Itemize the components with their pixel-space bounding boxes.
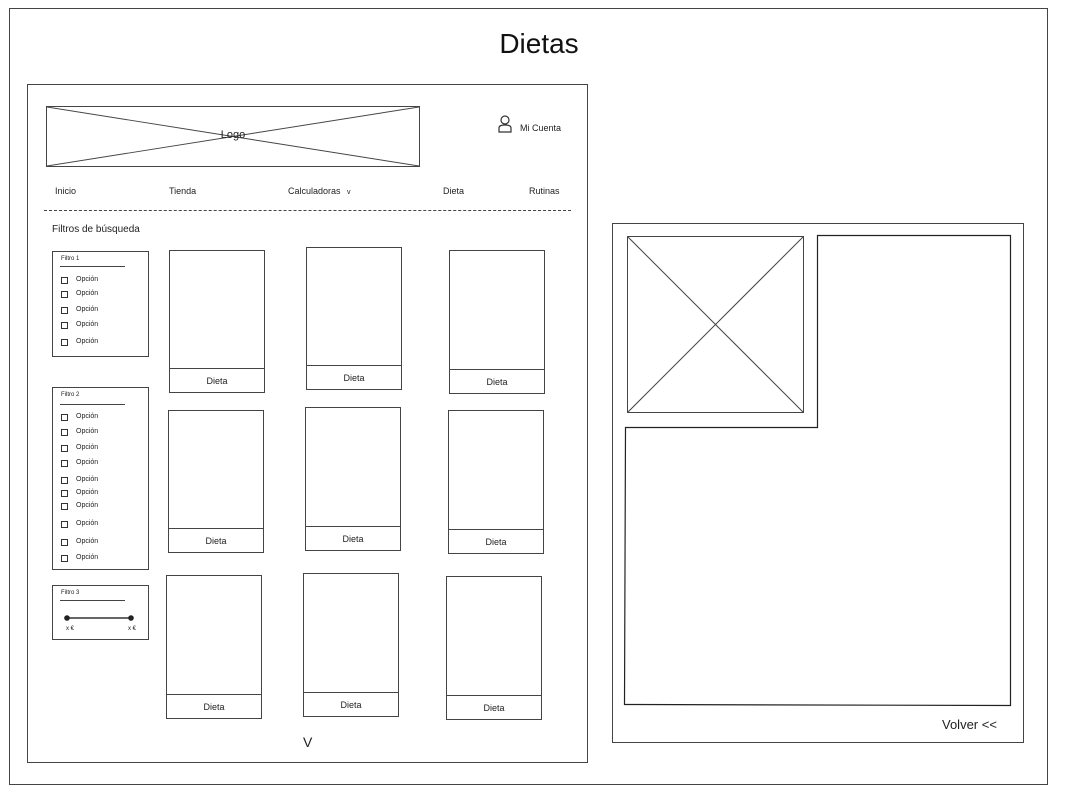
checkbox[interactable] bbox=[61, 291, 68, 298]
checkbox[interactable] bbox=[61, 429, 68, 436]
diet-card[interactable]: Dieta bbox=[306, 247, 402, 390]
diet-card-label: Dieta bbox=[447, 695, 541, 719]
diet-image-placeholder bbox=[306, 408, 400, 528]
diet-card-label: Dieta bbox=[167, 694, 261, 718]
logo[interactable]: Logo bbox=[46, 106, 420, 167]
range-min-handle bbox=[64, 615, 70, 621]
range-max-label: x € bbox=[128, 626, 137, 632]
diet-card-label: Dieta bbox=[304, 692, 398, 716]
logo-text: Logo bbox=[220, 129, 246, 141]
nav-divider bbox=[44, 210, 571, 211]
diet-card[interactable]: Dieta bbox=[168, 410, 264, 553]
filter-title: Filtro 3 bbox=[61, 590, 80, 596]
filter-title: Filtro 1 bbox=[61, 256, 80, 262]
load-more-button[interactable]: V bbox=[303, 734, 312, 750]
diet-detail-content-area bbox=[623, 234, 1012, 707]
diet-card-label: Dieta bbox=[169, 528, 263, 552]
diet-card[interactable]: Dieta bbox=[305, 407, 401, 551]
checkbox[interactable] bbox=[61, 339, 68, 346]
checkbox[interactable] bbox=[61, 414, 68, 421]
diet-card-label: Dieta bbox=[170, 368, 264, 392]
user-icon[interactable] bbox=[497, 115, 513, 133]
page-title: Dietas bbox=[499, 28, 579, 59]
checkbox[interactable] bbox=[61, 539, 68, 546]
price-range-slider[interactable] bbox=[63, 614, 135, 622]
diet-card-label: Dieta bbox=[306, 526, 400, 550]
diet-card[interactable]: Dieta bbox=[303, 573, 399, 717]
diet-image-placeholder bbox=[450, 251, 544, 371]
diet-image-placeholder bbox=[447, 577, 541, 697]
checkbox[interactable] bbox=[61, 477, 68, 484]
diet-image-placeholder bbox=[449, 411, 543, 531]
checkbox[interactable] bbox=[61, 555, 68, 562]
diet-image-placeholder bbox=[307, 248, 401, 367]
nav-item-tienda[interactable]: Tienda bbox=[169, 186, 196, 196]
back-button[interactable]: Volver << bbox=[942, 717, 997, 732]
diet-card[interactable]: Dieta bbox=[449, 250, 545, 394]
nav-item-dieta[interactable]: Dieta bbox=[443, 186, 464, 196]
checkbox[interactable] bbox=[61, 503, 68, 510]
diet-image-placeholder bbox=[170, 251, 264, 370]
filter-divider bbox=[60, 404, 125, 405]
diet-image-placeholder bbox=[304, 574, 398, 694]
diet-detail-layout bbox=[623, 234, 1012, 707]
checkbox[interactable] bbox=[61, 460, 68, 467]
checkbox[interactable] bbox=[61, 521, 68, 528]
checkbox[interactable] bbox=[61, 490, 68, 497]
diet-card[interactable]: Dieta bbox=[169, 250, 265, 393]
checkbox[interactable] bbox=[61, 445, 68, 452]
diet-image-placeholder bbox=[167, 576, 261, 696]
filter-divider bbox=[60, 600, 125, 601]
filter-divider bbox=[60, 266, 125, 267]
diet-card[interactable]: Dieta bbox=[166, 575, 262, 719]
nav-item-calculadoras[interactable]: Calculadoras v bbox=[288, 186, 351, 196]
diet-image-placeholder bbox=[169, 411, 263, 530]
range-max-handle bbox=[128, 615, 134, 621]
diet-card[interactable]: Dieta bbox=[446, 576, 542, 720]
checkbox[interactable] bbox=[61, 277, 68, 284]
diet-card-label: Dieta bbox=[450, 369, 544, 393]
filter-title: Filtro 2 bbox=[61, 392, 80, 398]
nav-item-label: Calculadoras bbox=[288, 186, 341, 196]
diet-card[interactable]: Dieta bbox=[448, 410, 544, 554]
range-min-label: x € bbox=[66, 626, 75, 632]
nav-item-rutinas[interactable]: Rutinas bbox=[529, 186, 560, 196]
account-link[interactable]: Mi Cuenta bbox=[520, 123, 561, 133]
diet-card-label: Dieta bbox=[449, 529, 543, 553]
checkbox[interactable] bbox=[61, 307, 68, 314]
filter-group-3: Filtro 3 x € x € bbox=[52, 585, 149, 640]
filter-group-2: Filtro 2 Opción Opción Opción Opción Opc… bbox=[52, 387, 149, 570]
filters-title: Filtros de búsqueda bbox=[52, 224, 140, 235]
checkbox[interactable] bbox=[61, 322, 68, 329]
filter-group-1: Filtro 1 Opción Opción Opción Opción Opc… bbox=[52, 251, 149, 357]
nav-item-inicio[interactable]: Inicio bbox=[55, 186, 76, 196]
diet-card-label: Dieta bbox=[307, 365, 401, 389]
chevron-down-icon: v bbox=[347, 189, 351, 196]
